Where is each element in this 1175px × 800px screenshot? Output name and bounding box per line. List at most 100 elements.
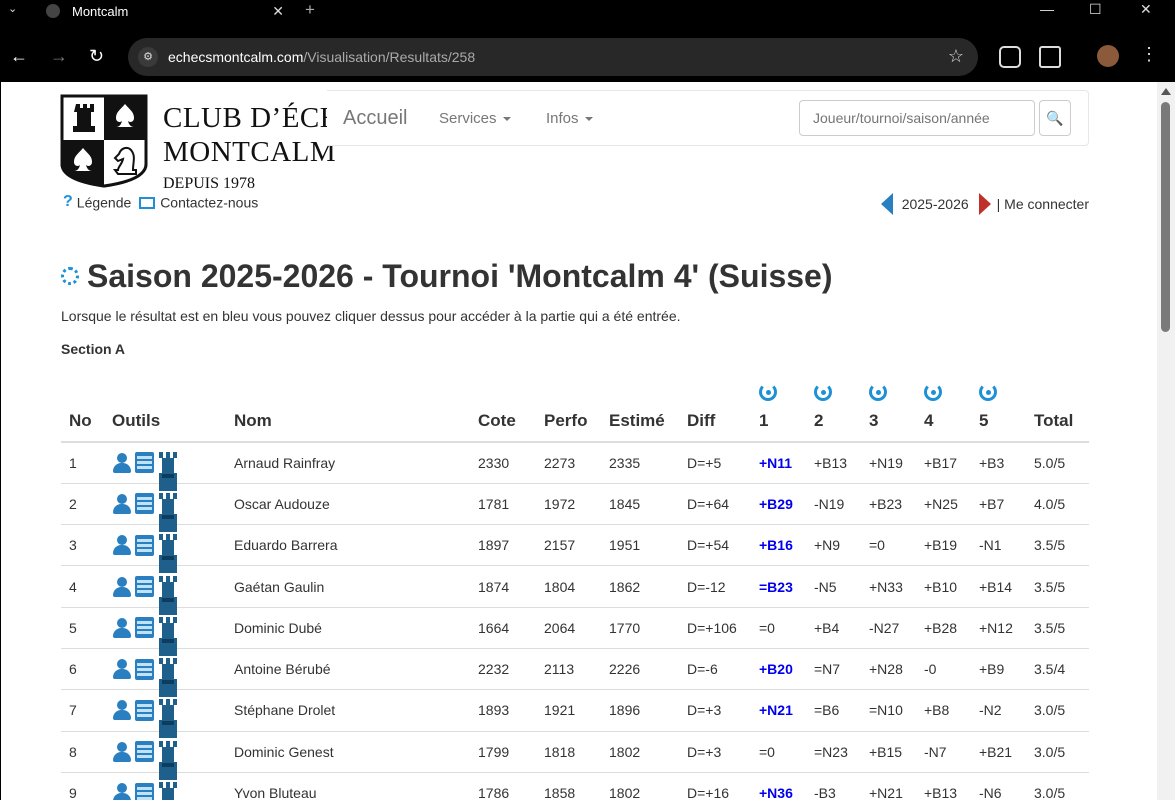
- login-link[interactable]: | Me connecter: [997, 196, 1089, 212]
- rook-icon[interactable]: [157, 658, 179, 685]
- calculator-icon[interactable]: [135, 452, 154, 474]
- round-refresh-icon[interactable]: [979, 383, 997, 401]
- round-refresh-icon[interactable]: [759, 383, 777, 401]
- cell-r5: +B9: [971, 647, 1026, 690]
- cell-nom: Dominic Genest: [226, 730, 470, 773]
- r4-value: +B17: [924, 454, 958, 471]
- page-scrollbar[interactable]: [1157, 82, 1175, 800]
- col-round-4[interactable]: 4: [916, 380, 971, 443]
- scroll-up-icon[interactable]: [1161, 88, 1171, 95]
- round-refresh-icon[interactable]: [924, 383, 942, 401]
- legend-link[interactable]: Légende: [77, 194, 132, 210]
- game-result-link[interactable]: +N21: [759, 702, 793, 718]
- r5-value: +B21: [979, 743, 1013, 760]
- player-profile-icon[interactable]: [112, 741, 132, 763]
- tab-close-icon[interactable]: ✕: [272, 3, 284, 20]
- tab-search-icon[interactable]: ⌄: [8, 2, 17, 15]
- game-result-link[interactable]: +N36: [759, 785, 793, 800]
- logo-line-2: MONTCALM: [163, 136, 337, 168]
- club-logo[interactable]: CLUB D’ÉCHECS MONTCALM DEPUIS 1978: [60, 94, 395, 192]
- minimize-icon[interactable]: —: [1040, 1, 1054, 17]
- browser-tab[interactable]: Montcalm ✕: [36, 0, 294, 22]
- cell-r2: =B6: [806, 689, 861, 732]
- game-result-link[interactable]: +B16: [759, 537, 793, 553]
- r2-value: +B13: [814, 454, 848, 471]
- new-tab-icon[interactable]: +: [305, 0, 315, 20]
- cell-r3: +N28: [861, 647, 916, 690]
- cell-r3: +B15: [861, 730, 916, 773]
- player-profile-icon[interactable]: [112, 493, 132, 515]
- next-season-icon[interactable]: [978, 193, 991, 215]
- calculator-icon[interactable]: [135, 699, 154, 721]
- calculator-icon[interactable]: [135, 658, 154, 680]
- rook-icon[interactable]: [157, 575, 179, 602]
- calculator-icon[interactable]: [135, 741, 154, 763]
- calculator-icon[interactable]: [135, 576, 154, 598]
- nav-services-dropdown[interactable]: Services: [439, 110, 511, 127]
- col-round-5[interactable]: 5: [971, 380, 1026, 443]
- cell-no: 9: [61, 771, 104, 800]
- player-profile-icon[interactable]: [112, 699, 132, 721]
- reload-icon[interactable]: ↻: [89, 46, 104, 67]
- rook-icon[interactable]: [157, 492, 179, 519]
- player-profile-icon[interactable]: [112, 658, 132, 680]
- scroll-thumb[interactable]: [1161, 102, 1170, 332]
- rook-icon[interactable]: [157, 534, 179, 561]
- game-result-link[interactable]: +B29: [759, 496, 793, 512]
- site-search-input[interactable]: [799, 100, 1035, 136]
- calculator-icon[interactable]: [135, 534, 154, 556]
- nom-value: Arnaud Rainfray: [234, 454, 336, 471]
- rook-icon[interactable]: [157, 782, 179, 800]
- site-info-icon[interactable]: ⚙: [138, 47, 158, 67]
- rook-icon[interactable]: [157, 699, 179, 726]
- contact-link[interactable]: Contactez-nous: [160, 194, 258, 210]
- rook-icon[interactable]: [157, 451, 179, 478]
- previous-season-icon[interactable]: [880, 193, 893, 215]
- game-result-link[interactable]: =B23: [759, 579, 793, 595]
- player-profile-icon[interactable]: [112, 534, 132, 556]
- url-text[interactable]: echecsmontcalm.com/Visualisation/Resulta…: [168, 49, 475, 65]
- forward-icon[interactable]: →: [50, 46, 68, 67]
- calculator-icon[interactable]: [135, 617, 154, 639]
- calculator-icon[interactable]: [135, 782, 154, 800]
- round-refresh-icon[interactable]: [814, 383, 832, 401]
- diff-value: D=+16: [687, 785, 730, 800]
- bookmark-star-icon[interactable]: ☆: [948, 46, 964, 67]
- reading-mode-icon[interactable]: [999, 46, 1021, 68]
- cell-r2: -N5: [806, 565, 861, 608]
- cell-r4: +B19: [916, 524, 971, 566]
- r4-value: +N25: [924, 495, 958, 512]
- diff-value: D=+3: [687, 702, 722, 719]
- r2-value: -B3: [814, 785, 836, 800]
- r2-value: =B6: [814, 702, 840, 719]
- back-icon[interactable]: ←: [10, 46, 28, 67]
- col-round-1[interactable]: 1: [751, 380, 806, 443]
- rook-icon[interactable]: [157, 616, 179, 643]
- calculator-icon[interactable]: [135, 493, 154, 515]
- address-bar[interactable]: ⚙ echecsmontcalm.com/Visualisation/Resul…: [128, 38, 978, 76]
- maximize-icon[interactable]: ☐: [1089, 1, 1102, 18]
- player-profile-icon[interactable]: [112, 452, 132, 474]
- r2-value: +N9: [814, 537, 841, 554]
- cell-nom: Gaétan Gaulin: [226, 565, 470, 608]
- rook-icon[interactable]: [157, 740, 179, 767]
- game-result-link[interactable]: +N11: [759, 455, 792, 471]
- player-profile-icon[interactable]: [112, 617, 132, 639]
- round-refresh-icon[interactable]: [869, 383, 887, 401]
- r2-value: -N5: [814, 578, 837, 595]
- nav-infos-dropdown[interactable]: Infos: [546, 110, 593, 127]
- col-round-2[interactable]: 2: [806, 380, 861, 443]
- col-round-3[interactable]: 3: [861, 380, 916, 443]
- profile-avatar[interactable]: [1097, 45, 1119, 67]
- game-result-link[interactable]: +B20: [759, 661, 793, 677]
- search-button[interactable]: 🔍: [1039, 100, 1071, 136]
- cell-r2: =N7: [806, 647, 861, 690]
- nav-home-link[interactable]: Accueil: [343, 107, 407, 130]
- extensions-icon[interactable]: [1039, 46, 1061, 68]
- browser-menu-icon[interactable]: ⋮: [1140, 44, 1158, 65]
- player-profile-icon[interactable]: [112, 782, 132, 800]
- cote-value: 1664: [478, 619, 510, 636]
- cell-cote: 1799: [470, 730, 536, 773]
- player-profile-icon[interactable]: [112, 576, 132, 598]
- window-close-icon[interactable]: ✕: [1140, 1, 1152, 18]
